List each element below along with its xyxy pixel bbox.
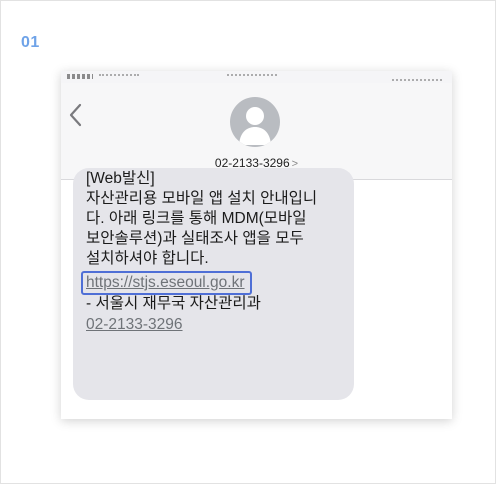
step-number: 01 [21,34,40,51]
message-line: 다. 아래 링크를 통해 MDM(모바일 [86,210,307,227]
message-bubble: [Web발신] 자산관리용 모바일 앱 설치 안내입니 다. 아래 링크를 통해… [73,168,354,400]
status-bar [61,71,452,83]
back-button[interactable] [65,97,89,133]
person-silhouette-icon [239,107,271,145]
message-thread: [Web발신] 자산관리용 모바일 앱 설치 안내입니 다. 아래 링크를 통해… [61,168,452,419]
carrier-indicator [99,71,139,76]
message-line: [Web발신] [86,170,155,187]
message-header: 02-2133-3296 > [61,83,452,180]
message-line: 자산관리용 모바일 앱 설치 안내입니 [86,190,318,207]
phone-screenshot: 02-2133-3296 > [Web발신] 자산관리용 모바일 앱 설치 안내입… [61,71,452,419]
message-line: 보안솔루션)과 실태조사 앱을 모두 [86,230,304,247]
phone-link-row: 02-2133-3296 [86,315,344,335]
clock-indicator [227,71,277,76]
avatar[interactable] [230,97,280,147]
battery-icon [392,73,442,81]
content-frame: 01 02-2133-3296 > [Web발신] 자산관리용 모바일 앱 설치… [0,0,496,484]
message-line: 설치하셔야 합니다. [86,250,209,267]
install-link[interactable]: https://stjs.eseoul.go.kr [81,271,252,295]
signal-icon [67,74,93,79]
sender-line: - 서울시 재무국 자산관리과 [86,295,261,312]
chevron-left-icon [69,103,82,127]
link-row: https://stjs.eseoul.go.kr [81,271,344,295]
phone-link[interactable]: 02-2133-3296 [86,316,183,333]
